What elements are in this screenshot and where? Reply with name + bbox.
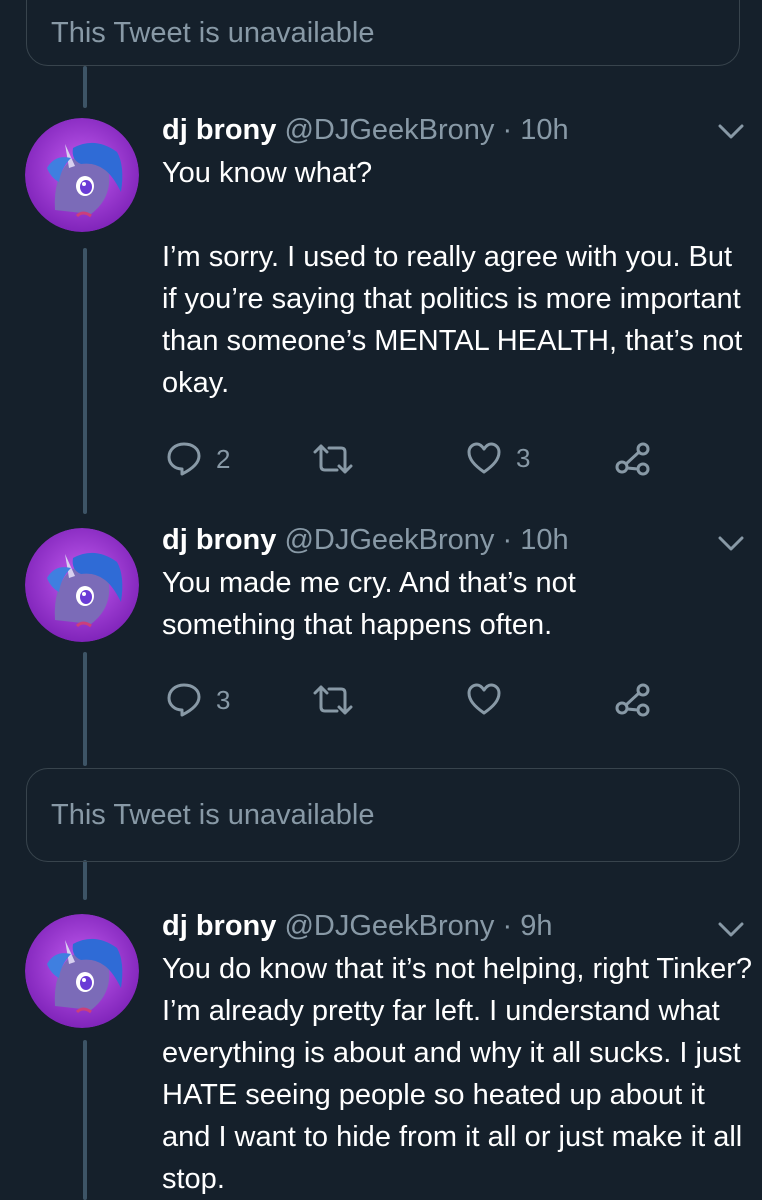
retweet-icon (313, 685, 353, 715)
reply-button[interactable]: 3 (166, 682, 230, 718)
timestamp[interactable]: 10h (520, 114, 568, 146)
tweet-header: dj brony @DJGeekBrony · 10h (162, 524, 569, 557)
pony-avatar-icon (25, 528, 139, 642)
share-icon (615, 442, 650, 476)
like-button[interactable] (466, 682, 502, 716)
chevron-down-icon[interactable] (718, 922, 744, 938)
thread-line (83, 1040, 87, 1200)
reply-button[interactable]: 2 (166, 441, 230, 477)
avatar[interactable] (25, 528, 139, 642)
timestamp[interactable]: 9h (520, 910, 552, 942)
like-button[interactable]: 3 (466, 441, 530, 475)
retweet-icon (313, 444, 353, 474)
unavailable-tweet-card-top[interactable]: This Tweet is unavailable (26, 0, 740, 66)
heart-icon (467, 683, 501, 715)
unavailable-tweet-card[interactable]: This Tweet is unavailable (26, 768, 740, 862)
reply-count: 3 (216, 684, 231, 715)
thread-line (83, 66, 87, 108)
avatar[interactable] (25, 118, 139, 232)
heart-icon (467, 442, 501, 474)
share-icon (615, 683, 650, 717)
display-name[interactable]: dj brony (162, 910, 276, 942)
reply-count: 2 (216, 443, 231, 474)
tweet-header: dj brony @DJGeekBrony · 10h (162, 114, 569, 147)
tweet-text: You do know that it’s not helping, right… (162, 953, 761, 1195)
pony-avatar-icon (25, 914, 139, 1028)
chevron-down-icon[interactable] (718, 124, 744, 140)
thread-line (83, 652, 87, 766)
like-count: 3 (516, 442, 531, 473)
thread-line (83, 248, 87, 514)
separator-dot: · (502, 114, 513, 146)
tweet-text: You know what? I’m sorry. I used to real… (162, 157, 743, 399)
tweet-header: dj brony @DJGeekBrony · 9h (162, 910, 552, 943)
unavailable-tweet-text: This Tweet is unavailable (51, 16, 375, 49)
pony-avatar-icon (25, 118, 139, 232)
user-handle[interactable]: @DJGeekBrony (284, 910, 494, 942)
avatar[interactable] (25, 914, 139, 1028)
timestamp[interactable]: 10h (520, 524, 568, 556)
display-name[interactable]: dj brony (162, 524, 276, 556)
unavailable-tweet-text: This Tweet is unavailable (51, 798, 375, 831)
separator-dot: · (502, 524, 513, 556)
retweet-button[interactable] (313, 444, 353, 474)
display-name[interactable]: dj brony (162, 114, 276, 146)
reply-icon (167, 442, 201, 476)
separator-dot: · (502, 910, 513, 942)
reply-icon (167, 683, 201, 717)
user-handle[interactable]: @DJGeekBrony (284, 524, 494, 556)
share-button[interactable] (614, 682, 652, 718)
thread-line (83, 860, 87, 900)
retweet-button[interactable] (313, 685, 353, 715)
tweet-text: You made me cry. And that’s not somethin… (162, 567, 584, 641)
share-button[interactable] (614, 441, 652, 477)
chevron-down-icon[interactable] (718, 536, 744, 552)
user-handle[interactable]: @DJGeekBrony (284, 114, 494, 146)
